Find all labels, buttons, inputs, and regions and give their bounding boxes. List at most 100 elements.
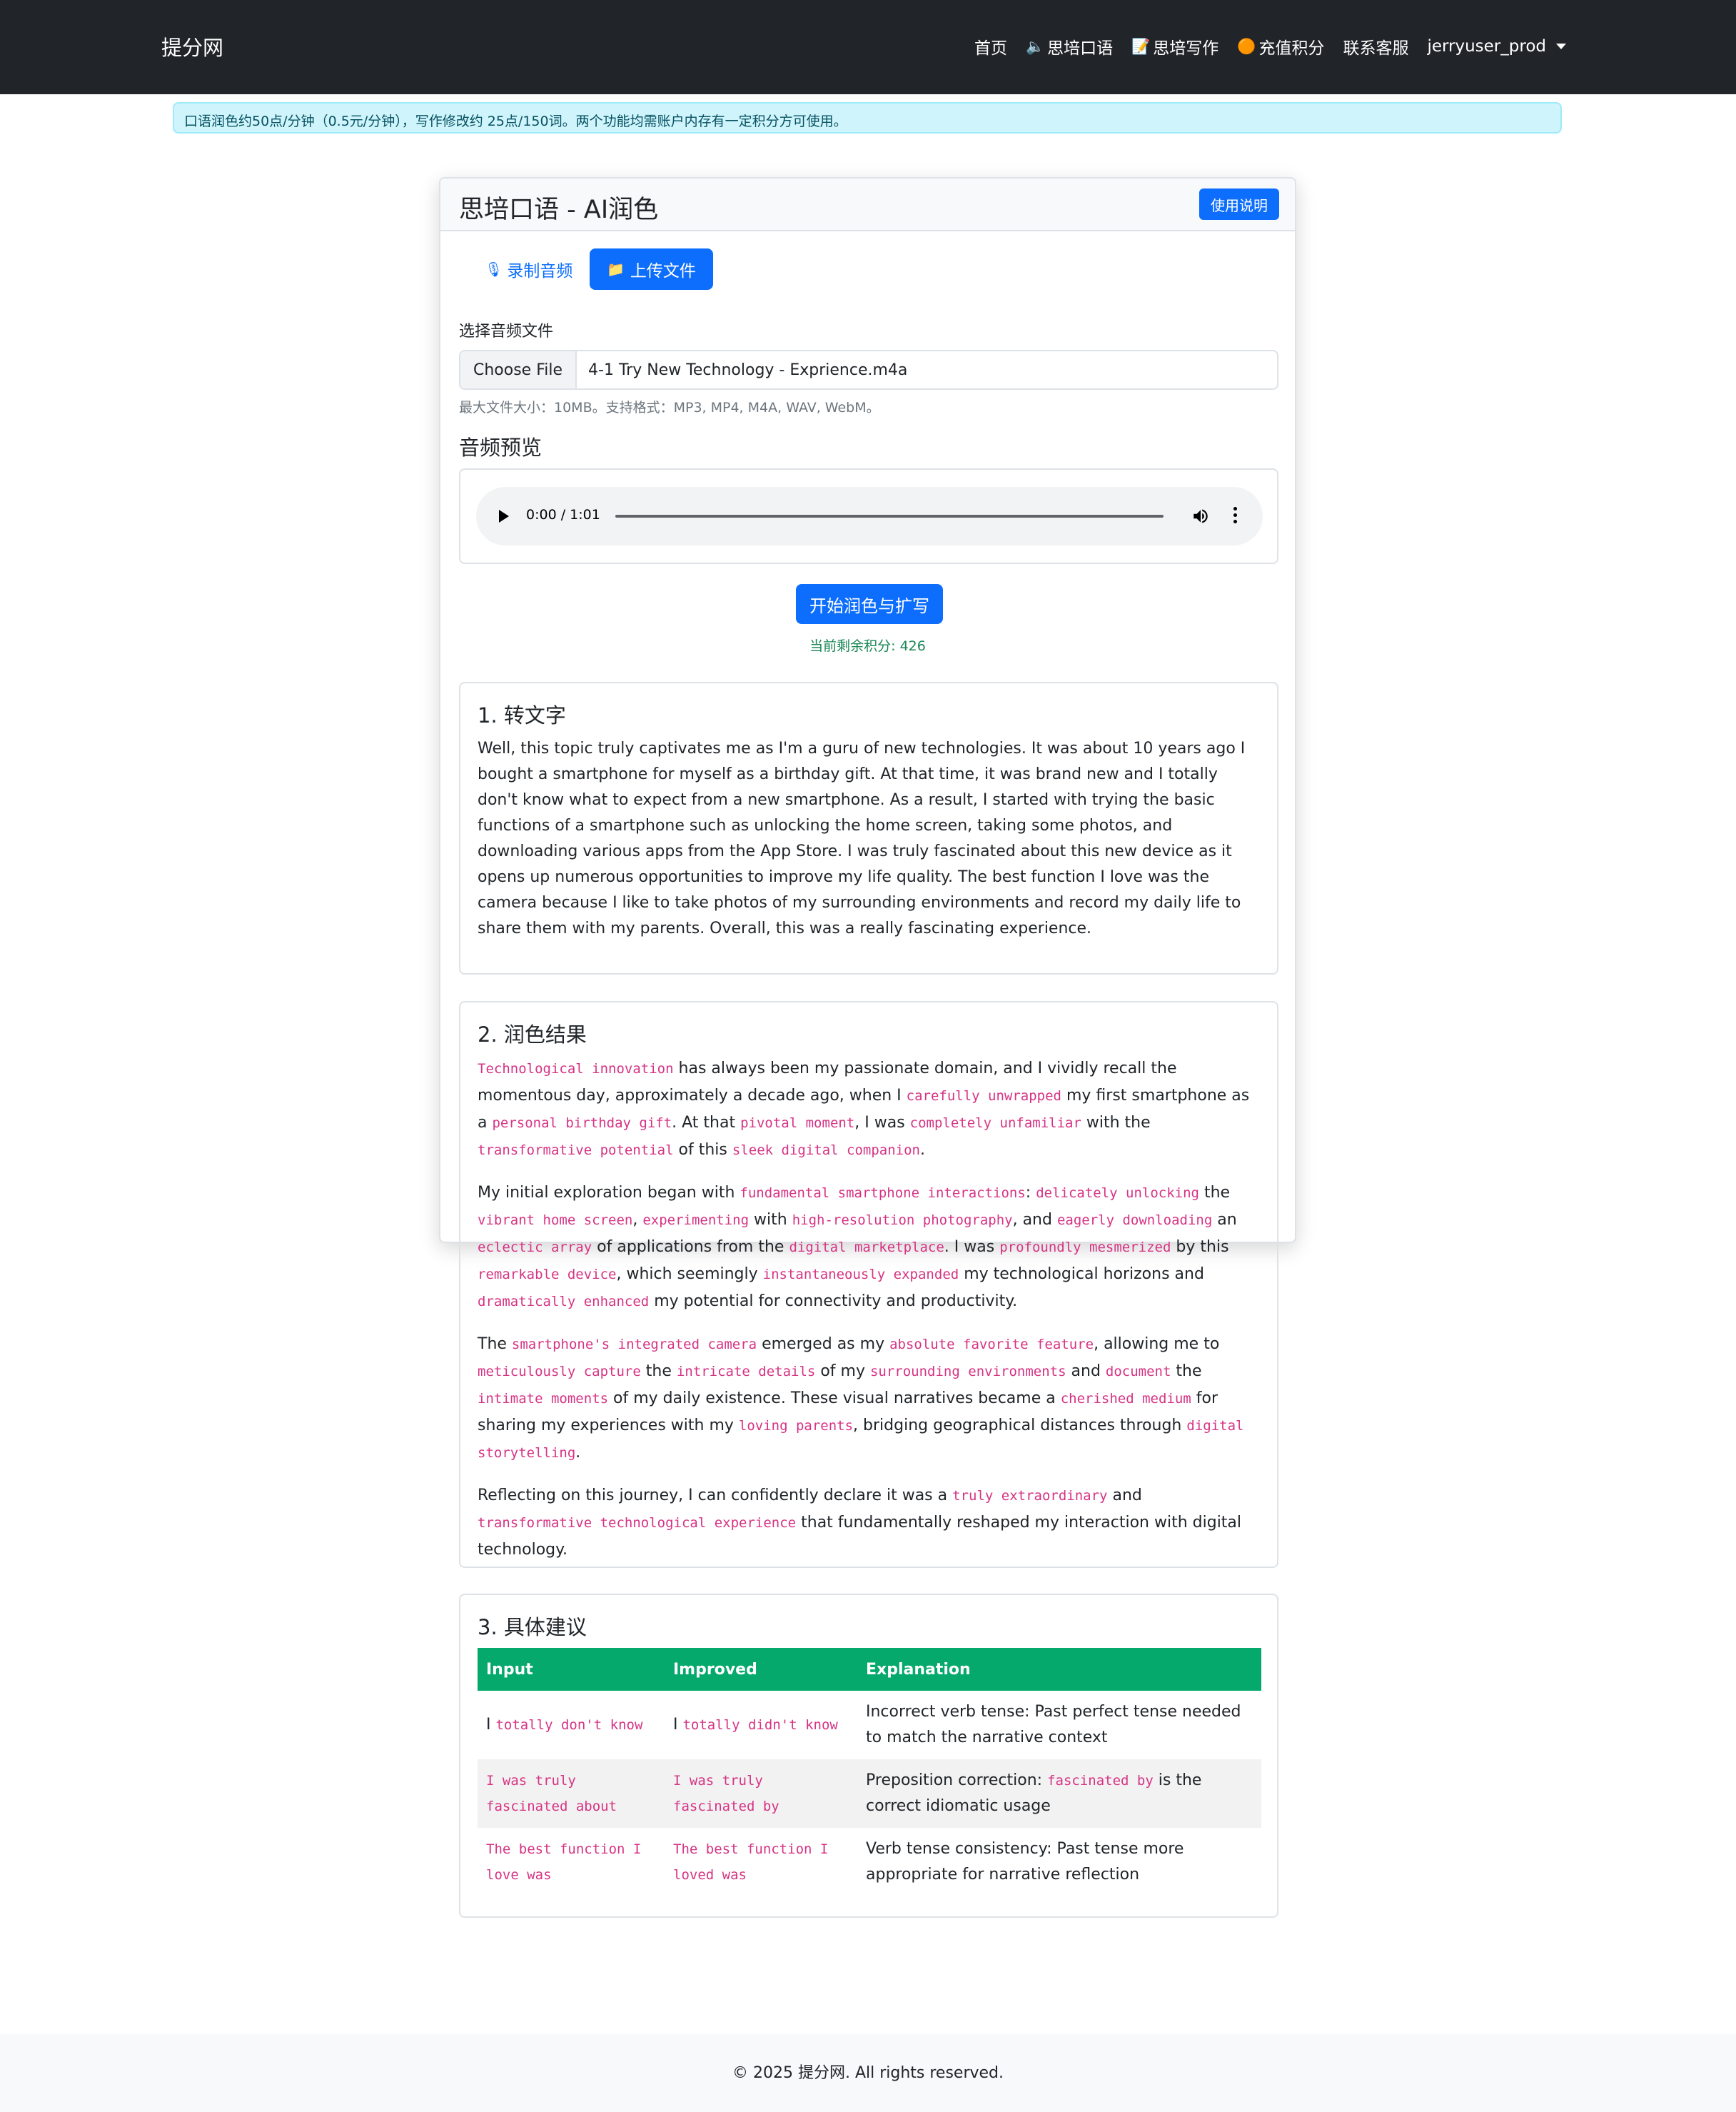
nav-support[interactable]: 联系客服: [1343, 34, 1408, 59]
speaker-icon: 🔈: [1025, 37, 1045, 55]
highlight-phrase: intimate moments: [478, 1391, 609, 1407]
cell-input: I totally don't know: [478, 1691, 665, 1759]
text-run: of this: [673, 1141, 732, 1159]
text-run: the: [1171, 1362, 1202, 1380]
highlight-phrase: The best function I love was: [486, 1841, 642, 1883]
brand-logo-text[interactable]: 提分网: [161, 31, 223, 61]
suggestions-section: 3. 具体建议 Input Improved Explanation I tot…: [459, 1594, 1278, 1918]
folder-icon: 📁: [607, 261, 625, 278]
text-run: and: [1107, 1487, 1142, 1504]
transcript-section: 1. 转文字 Well, this topic truly captivates…: [459, 682, 1278, 975]
table-row: I was truly fascinated about I was truly …: [478, 1759, 1261, 1828]
text-run: my potential for connectivity and produc…: [649, 1292, 1018, 1310]
suggestions-table: Input Improved Explanation I totally don…: [478, 1648, 1261, 1896]
highlight-phrase: sleek digital companion: [732, 1142, 920, 1158]
audio-player[interactable]: 0:00 / 1:01: [476, 487, 1263, 545]
volume-icon[interactable]: [1191, 507, 1210, 526]
audio-progress-track[interactable]: [615, 515, 1164, 518]
highlight-phrase: smartphone's integrated camera: [511, 1337, 757, 1352]
play-icon[interactable]: [499, 510, 509, 523]
highlight-phrase: delicately unlocking: [1036, 1185, 1199, 1201]
text-run: Reflecting on this journey, I can confid…: [478, 1487, 953, 1504]
tab-record-label: 录制音频: [507, 262, 573, 281]
more-options-icon[interactable]: [1231, 507, 1238, 526]
tab-upload-file[interactable]: 📁 上传文件: [590, 248, 713, 290]
suggestions-body: I totally don't know I totally didn't kno…: [478, 1691, 1261, 1896]
choose-file-button[interactable]: Choose File: [460, 351, 577, 388]
caret-down-icon: [1556, 44, 1566, 49]
audio-preview-box: 0:00 / 1:01: [459, 468, 1278, 564]
start-polish-button[interactable]: 开始润色与扩写: [796, 584, 943, 624]
text-run: with the: [1081, 1114, 1151, 1132]
text-run: . I was: [944, 1238, 1000, 1256]
audio-time: 0:00 / 1:01: [526, 507, 600, 523]
user-dropdown[interactable]: jerryuser_prod: [1427, 37, 1566, 56]
memo-icon: 📝: [1131, 37, 1151, 55]
text-run: I: [486, 1716, 496, 1734]
tab-upload-label: 上传文件: [630, 262, 696, 281]
text-run: .: [575, 1444, 581, 1462]
highlight-phrase: I was truly fascinated about: [486, 1773, 617, 1814]
highlight-phrase: digital marketplace: [789, 1239, 944, 1255]
highlight-phrase: profoundly mesmerized: [999, 1239, 1171, 1255]
file-help-text: 最大文件大小：10MB。支持格式：MP3, MP4, M4A, WAV, Web…: [459, 400, 880, 416]
text-run: the: [640, 1362, 677, 1380]
highlight-phrase: fundamental smartphone interactions: [740, 1185, 1026, 1201]
top-navbar: 提分网 首页 🔈 思培口语 📝 思培写作 🟠 充值积分 联系客服 jerryus…: [0, 0, 1736, 94]
text-run: Verb tense consistency: Past tense more …: [866, 1840, 1184, 1884]
transcript-text: Well, this topic truly captivates me as …: [478, 740, 1246, 937]
highlight-phrase: fascinated by: [1047, 1773, 1154, 1789]
cell-input: The best function I love was: [478, 1828, 665, 1896]
user-name: jerryuser_prod: [1427, 37, 1546, 56]
card-title: 思培口语 - AI润色: [459, 196, 659, 224]
text-run: by this: [1171, 1238, 1229, 1256]
highlight-phrase: eclectic array: [478, 1239, 592, 1255]
highlight-phrase: completely unfamiliar: [909, 1115, 1081, 1131]
tab-record-audio[interactable]: 🎙 录制音频: [473, 248, 584, 290]
header-improved: Improved: [665, 1648, 857, 1691]
polished-paragraph: Technological innovation has always been…: [478, 1055, 1260, 1164]
nav-home-label: 首页: [974, 39, 1007, 58]
nav-writing[interactable]: 📝 思培写作: [1131, 34, 1218, 59]
cell-improved: The best function I loved was: [665, 1828, 857, 1896]
cell-improved: I totally didn't know: [665, 1691, 857, 1759]
text-run: , allowing me to: [1094, 1335, 1220, 1353]
highlight-phrase: totally didn't know: [682, 1717, 838, 1733]
table-header-row: Input Improved Explanation: [478, 1648, 1261, 1691]
file-field-label: 选择音频文件: [459, 323, 554, 341]
highlight-phrase: personal birthday gift: [492, 1115, 672, 1131]
highlight-phrase: meticulously capture: [478, 1364, 641, 1379]
nav-support-label: 联系客服: [1343, 39, 1409, 58]
nav-home[interactable]: 首页: [974, 34, 1007, 59]
text-run: ,: [632, 1211, 643, 1229]
cell-improved: I was truly fascinated by: [665, 1759, 857, 1828]
text-run: , which seemingly: [616, 1265, 763, 1283]
highlight-phrase: carefully unwrapped: [906, 1088, 1061, 1104]
text-run: My initial exploration began with: [478, 1184, 740, 1202]
card-header: 思培口语 - AI润色 使用说明: [440, 178, 1295, 231]
nav-speaking-label: 思培口语: [1047, 39, 1114, 58]
highlight-phrase: high-resolution photography: [792, 1212, 1013, 1228]
text-run: I: [673, 1716, 683, 1734]
coin-icon: 🟠: [1237, 37, 1256, 55]
text-run: , and: [1012, 1211, 1057, 1229]
cell-explanation: Verb tense consistency: Past tense more …: [857, 1828, 1261, 1896]
transcript-title: 1. 转文字: [478, 703, 566, 728]
audio-file-input[interactable]: Choose File 4-1 Try New Technology - Exp…: [459, 350, 1278, 390]
nav-speaking[interactable]: 🔈 思培口语: [1026, 34, 1113, 59]
polished-section: 2. 润色结果 Technological innovation has alw…: [459, 1001, 1278, 1568]
help-button[interactable]: 使用说明: [1199, 188, 1279, 220]
audio-preview-title: 音频预览: [459, 436, 542, 460]
text-run: , bridging geographical distances throug…: [853, 1417, 1187, 1434]
highlight-phrase: experimenting: [642, 1212, 750, 1228]
cell-explanation: Preposition correction: fascinated by is…: [857, 1759, 1261, 1828]
highlight-phrase: absolute favorite feature: [889, 1337, 1094, 1352]
info-alert: 口语润色约50点/分钟（0.5元/分钟），写作修改约 25点/150词。两个功能…: [173, 102, 1562, 134]
header-input: Input: [478, 1648, 665, 1691]
nav-recharge[interactable]: 🟠 充值积分: [1237, 34, 1324, 59]
nav-menu: 首页 🔈 思培口语 📝 思培写作 🟠 充值积分 联系客服 jerryuser_p…: [974, 34, 1566, 59]
text-run: Incorrect verb tense: Past perfect tense…: [866, 1703, 1241, 1746]
cell-explanation: Incorrect verb tense: Past perfect tense…: [857, 1691, 1261, 1759]
highlight-phrase: intricate details: [676, 1364, 816, 1379]
text-run: , I was: [854, 1114, 910, 1132]
